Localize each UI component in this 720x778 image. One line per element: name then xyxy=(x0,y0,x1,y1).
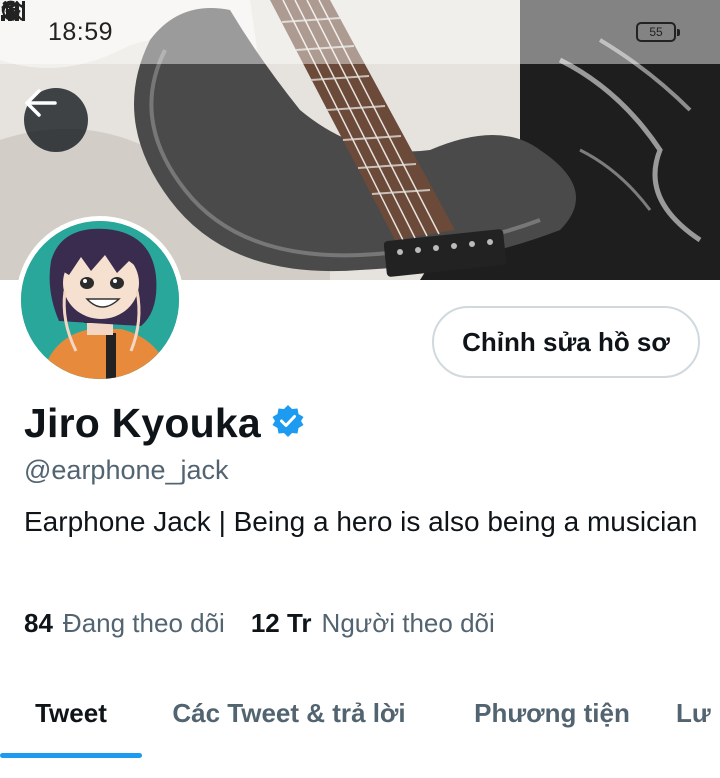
following-count: 84 xyxy=(24,608,53,638)
following-stat[interactable]: 84 Đang theo dõi xyxy=(24,608,225,639)
following-label: Đang theo dõi xyxy=(62,608,225,638)
tab-tweets-and-replies-label: Các Tweet & trả lời xyxy=(172,697,406,728)
status-bar: 18:59 55 xyxy=(0,0,720,64)
status-time: 18:59 xyxy=(48,17,114,46)
tab-tweets-label: Tweet xyxy=(35,697,107,728)
active-tab-indicator xyxy=(0,753,142,758)
tab-tweets[interactable]: Tweet xyxy=(0,668,142,758)
profile-bio: Earphone Jack | Being a hero is also bei… xyxy=(24,506,698,537)
profile-avatar[interactable] xyxy=(16,216,184,384)
profile-name: Jiro Kyouka xyxy=(24,400,261,446)
tab-media[interactable]: Phương tiện xyxy=(452,668,652,758)
battery-icon: 55 xyxy=(636,22,680,42)
profile-stats: 84 Đang theo dõi 12 Tr Người theo dõi xyxy=(24,608,521,639)
status-icons: 55 xyxy=(1,0,680,42)
tab-likes[interactable]: Lư xyxy=(676,668,720,758)
back-button[interactable] xyxy=(24,88,88,152)
followers-count: 12 Tr xyxy=(250,608,312,638)
tab-media-label: Phương tiện xyxy=(474,697,630,728)
edit-profile-button[interactable]: Chỉnh sửa hồ sơ xyxy=(432,306,700,378)
profile-name-row: Jiro Kyouka xyxy=(24,400,305,447)
verified-badge-icon xyxy=(271,404,305,443)
profile-handle: @earphone_jack xyxy=(24,455,229,485)
followers-label: Người theo dõi xyxy=(321,608,495,638)
avatar-image xyxy=(21,221,179,379)
profile-tabs: Tweet Các Tweet & trả lời Phương tiện Lư xyxy=(0,668,720,764)
tab-likes-label: Lư xyxy=(676,697,711,728)
followers-stat[interactable]: 12 Tr Người theo dõi xyxy=(251,608,495,639)
tab-tweets-and-replies[interactable]: Các Tweet & trả lời xyxy=(154,668,424,758)
